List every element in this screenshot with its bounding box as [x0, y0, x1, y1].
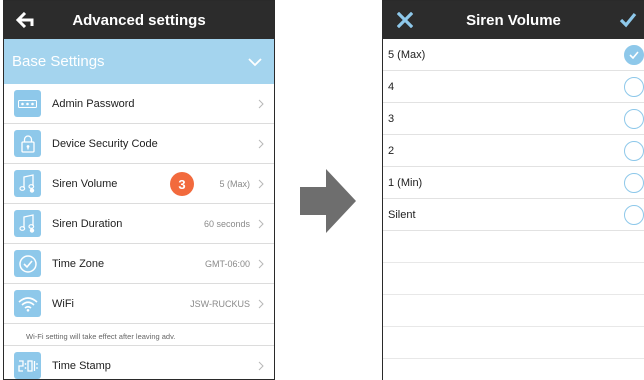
- radio-unchecked-icon[interactable]: [624, 205, 644, 225]
- settings-row-siren-duration[interactable]: Siren Duration 60 seconds: [4, 204, 274, 244]
- empty-row: [383, 263, 644, 295]
- volume-option-5-max[interactable]: 5 (Max): [383, 39, 644, 71]
- settings-row-value: JSW-RUCKUS: [190, 298, 250, 309]
- volume-option-3[interactable]: 3: [383, 103, 644, 135]
- chevron-right-icon: [258, 361, 264, 370]
- close-icon: [397, 12, 413, 28]
- checkmark-icon: [619, 12, 637, 28]
- title-bar: Advanced settings: [4, 1, 274, 39]
- settings-row-label: Time Zone: [52, 257, 105, 270]
- volume-options-list: 5 (Max) 4 3 2 1 (Min) Silent: [383, 39, 644, 359]
- chevron-right-icon: [258, 219, 264, 228]
- option-label: Silent: [388, 208, 416, 221]
- close-button[interactable]: [391, 1, 419, 39]
- volume-option-1-min[interactable]: 1 (Min): [383, 167, 644, 199]
- empty-row: [383, 327, 644, 359]
- settings-row-siren-volume[interactable]: Siren Volume 5 (Max) 3: [4, 164, 274, 204]
- settings-row-admin-password[interactable]: Admin Password: [4, 84, 274, 124]
- chevron-right-icon: [258, 259, 264, 268]
- settings-row-device-security-code[interactable]: Device Security Code: [4, 124, 274, 164]
- step-arrow-icon: [300, 169, 356, 233]
- radio-unchecked-icon[interactable]: [624, 77, 644, 97]
- settings-row-time-zone[interactable]: Time Zone GMT-06:00: [4, 244, 274, 284]
- music-note-icon: [14, 170, 41, 197]
- settings-list: Admin Password Device Security Code Sire…: [4, 84, 274, 379]
- chevron-down-icon: [248, 57, 262, 66]
- empty-row: [383, 231, 644, 263]
- settings-row-label: Device Security Code: [52, 137, 158, 150]
- title-bar: Siren Volume: [383, 1, 644, 39]
- chevron-right-icon: [258, 299, 264, 308]
- wifi-note: Wi-Fi setting will take effect after lea…: [4, 324, 274, 346]
- settings-row-label: Siren Duration: [52, 217, 123, 230]
- chevron-right-icon: [258, 99, 264, 108]
- option-label: 4: [388, 80, 395, 93]
- chevron-right-icon: [258, 139, 264, 148]
- chevron-right-icon: [258, 179, 264, 188]
- radio-unchecked-icon[interactable]: [624, 141, 644, 161]
- option-label: 1 (Min): [388, 176, 423, 189]
- music-note-icon: [14, 210, 41, 237]
- settings-row-value: 60 seconds: [203, 218, 250, 229]
- empty-row: [383, 295, 644, 327]
- advanced-settings-screen: Advanced settings Base Settings Admin Pa…: [3, 0, 275, 380]
- back-arrow-icon: [16, 12, 34, 28]
- step-number-badge: 3: [170, 172, 194, 196]
- back-button[interactable]: [12, 1, 42, 39]
- digital-clock-icon: [14, 352, 41, 379]
- settings-row-label: Admin Password: [52, 97, 135, 110]
- option-label: 3: [388, 112, 395, 125]
- option-label: 2: [388, 144, 395, 157]
- page-title: Siren Volume: [466, 11, 561, 29]
- settings-row-time-stamp[interactable]: Time Stamp: [4, 346, 274, 379]
- page-title: Advanced settings: [72, 11, 206, 29]
- base-settings-section-header[interactable]: Base Settings: [4, 39, 274, 84]
- settings-row-label: Time Stamp: [52, 359, 111, 372]
- clock-check-icon: [14, 250, 41, 277]
- volume-option-2[interactable]: 2: [383, 135, 644, 167]
- settings-row-value: 5 (Max): [219, 178, 250, 189]
- siren-volume-screen: Siren Volume 5 (Max) 4 3 2 1 (Min) Silen…: [382, 0, 644, 380]
- settings-row-label: WiFi: [52, 297, 74, 310]
- radio-unchecked-icon[interactable]: [624, 173, 644, 193]
- password-dots-icon: [14, 90, 41, 117]
- settings-row-wifi[interactable]: WiFi JSW-RUCKUS: [4, 284, 274, 324]
- volume-option-4[interactable]: 4: [383, 71, 644, 103]
- confirm-button[interactable]: [614, 1, 642, 39]
- settings-row-value: GMT-06:00: [204, 258, 250, 269]
- wifi-icon: [14, 290, 41, 317]
- radio-unchecked-icon[interactable]: [624, 109, 644, 129]
- lock-icon: [14, 130, 41, 157]
- radio-checked-icon[interactable]: [624, 45, 644, 65]
- option-label: 5 (Max): [388, 48, 426, 61]
- settings-row-label: Siren Volume: [52, 177, 118, 190]
- section-title: Base Settings: [12, 53, 105, 70]
- volume-option-silent[interactable]: Silent: [383, 199, 644, 231]
